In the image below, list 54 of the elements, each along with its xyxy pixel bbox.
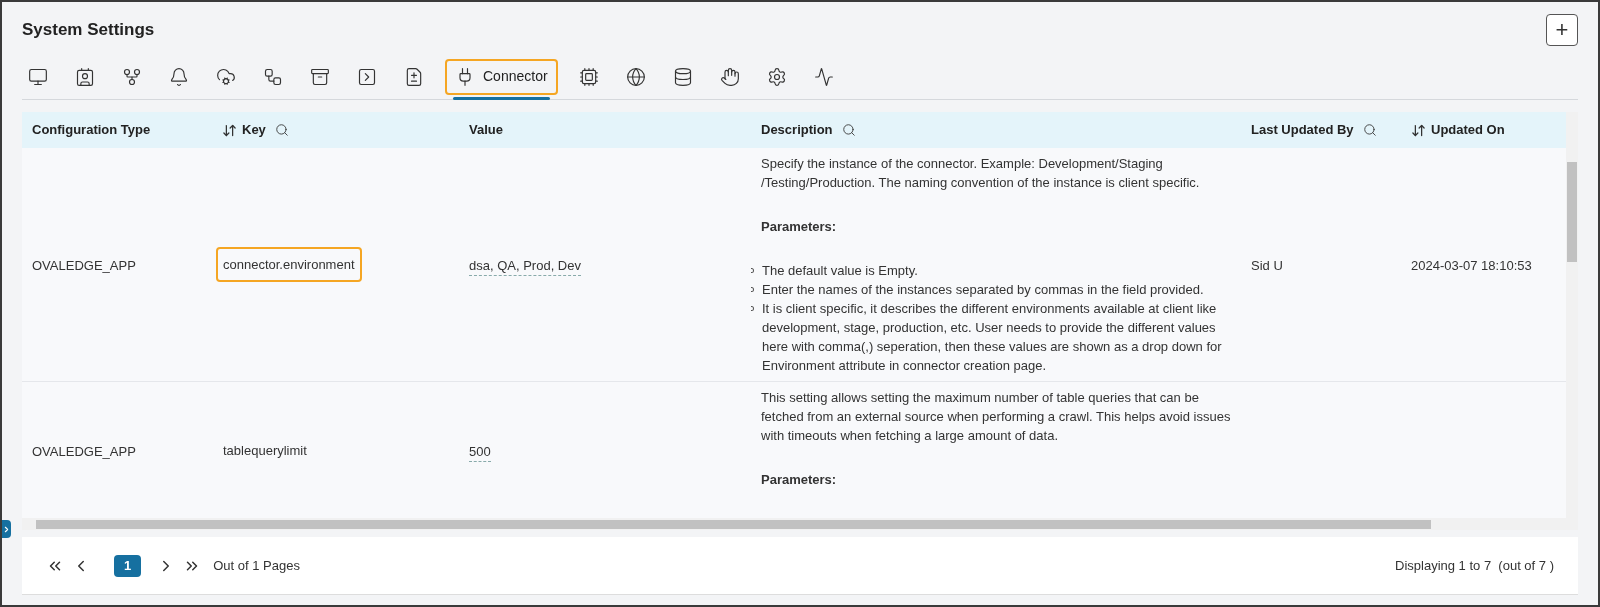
monitor-icon <box>28 66 48 87</box>
parameter-item: Enter the names of the instances separated by commas in the field provided. <box>762 281 1204 299</box>
archive-icon <box>310 66 330 87</box>
key-cell: connector.environment <box>216 246 362 283</box>
id-badge-icon <box>75 66 95 87</box>
sort-icon[interactable] <box>222 122 237 138</box>
globe-icon <box>625 66 646 87</box>
page-title: System Settings <box>22 19 155 42</box>
cloud-gear-icon <box>216 66 236 87</box>
value-field[interactable]: dsa, QA, Prod, Dev <box>469 257 581 276</box>
search-icon[interactable] <box>274 123 289 137</box>
parameter-item: The default value is Empty. <box>762 262 918 280</box>
table-cell: 2024-03-07 18:10:53 <box>1411 257 1532 273</box>
add-button[interactable]: + <box>1546 14 1578 46</box>
column-header: Updated On <box>1431 121 1505 140</box>
file-icon <box>404 66 424 87</box>
bullet-icon <box>751 306 754 311</box>
bell-icon <box>169 66 189 87</box>
column-header: Description <box>761 121 833 140</box>
bullet-icon <box>751 268 754 273</box>
vertical-scrollbar[interactable] <box>1566 112 1578 518</box>
column-header: Key <box>242 121 266 140</box>
chevron-icon <box>2 524 11 534</box>
page-button[interactable]: 1 <box>114 554 142 577</box>
settings-icon <box>766 66 787 87</box>
column-header: Value <box>469 121 503 140</box>
description-text: Specify the instance of the connector. Example: Development/Staging /Testing/Production. The naming convention of the instance is client specific. <box>761 155 1201 192</box>
horizontal-scrollbar[interactable] <box>22 518 1578 530</box>
chip-icon <box>578 66 599 87</box>
search-icon[interactable] <box>841 123 856 137</box>
parameters-heading: Parameters: <box>761 218 838 236</box>
sort-icon[interactable] <box>1411 122 1426 138</box>
nodes-icon <box>122 66 142 87</box>
table-cell: Sid U <box>1251 257 1283 273</box>
hand-icon <box>719 66 740 87</box>
search-icon[interactable] <box>1362 123 1377 137</box>
description-text: This setting allows setting the maximum number of table queries that can be fetched from an external source when performing a crawl. This helps avoid issues with timeouts when fetching a large amount of data. <box>761 389 1231 445</box>
value-field[interactable]: 500 <box>469 444 491 462</box>
workflow-icon <box>263 66 283 87</box>
table-cell: OVALEDGE_APP <box>32 257 136 273</box>
settings-tab[interactable]: Connector <box>445 58 558 95</box>
page-count-text: Out of 1 Pages <box>213 556 300 575</box>
parameters-heading: Parameters: <box>761 471 838 489</box>
parameter-item: It is client specific, it describes the different environments available at client like development, stage, production, etc. User needs to provide the different values here with comma(,) seperation, then these values are shown as a drop down for Environment attribute in connector creation page. <box>762 300 1223 375</box>
key-cell-text: tablequerylimit <box>222 442 308 461</box>
database-icon <box>672 66 693 87</box>
pulse-icon <box>813 66 834 87</box>
chevron-square-icon <box>357 66 377 87</box>
column-header: Configuration Type <box>32 121 151 140</box>
sidebar-toggle[interactable] <box>2 520 11 538</box>
column-header: Last Updated By <box>1251 121 1354 140</box>
bullet-icon <box>751 287 754 292</box>
results-summary: Displaying 1 to 7 (out of 7 ) <box>1395 556 1554 575</box>
table-cell: OVALEDGE_APP <box>32 444 136 459</box>
